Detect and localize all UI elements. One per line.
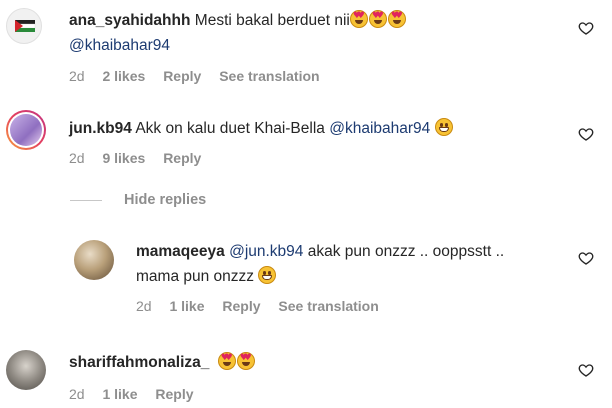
mention-link[interactable]: @khaibahar94 — [69, 36, 170, 56]
likes-count[interactable]: 2 likes — [102, 68, 145, 84]
like-heart-icon[interactable] — [578, 126, 594, 142]
reply-button[interactable]: Reply — [155, 386, 193, 402]
comment-text: shariffahmonaliza_ — [69, 352, 256, 373]
hide-replies-button[interactable]: Hide replies — [70, 192, 206, 208]
heart-eyes-emoji-icon — [368, 10, 387, 28]
comment-body: akak pun onzzz .. ooppsstt .. — [307, 243, 505, 260]
comment-meta: 2d 2 likes Reply See translation — [69, 68, 334, 84]
username[interactable]: jun.kb94 — [69, 120, 132, 137]
likes-count[interactable]: 1 like — [169, 298, 204, 314]
like-heart-icon[interactable] — [578, 250, 594, 266]
reply-button[interactable]: Reply — [163, 68, 201, 84]
avatar[interactable] — [74, 240, 114, 280]
comment-age: 2d — [136, 298, 152, 314]
comment-text: mamaqeeya @jun.kb94 akak pun onzzz .. oo… — [136, 242, 504, 262]
like-heart-icon[interactable] — [578, 20, 594, 36]
grinning-emoji-icon — [258, 266, 277, 284]
comment-age: 2d — [69, 68, 85, 84]
heart-eyes-emoji-icon — [349, 10, 368, 28]
heart-eyes-emoji-icon — [217, 352, 236, 370]
comment-meta: 2d 9 likes Reply — [69, 150, 215, 166]
avatar[interactable] — [6, 8, 42, 44]
hide-replies-label: Hide replies — [124, 192, 207, 208]
username[interactable]: ana_syahidahhh — [69, 12, 190, 29]
see-translation-button[interactable]: See translation — [278, 298, 378, 314]
like-heart-icon[interactable] — [578, 362, 594, 378]
comment-body: mama pun onzzz — [136, 268, 255, 285]
mention-link[interactable]: @jun.kb94 — [229, 243, 303, 260]
likes-count[interactable]: 9 likes — [102, 150, 145, 166]
comment-meta: 2d 1 like Reply — [69, 386, 208, 402]
comment-text: ana_syahidahhh Mesti bakal berduet nii — [69, 10, 407, 31]
likes-count[interactable]: 1 like — [102, 386, 137, 402]
avatar[interactable] — [6, 110, 46, 150]
comment-body: Mesti bakal berduet nii — [194, 12, 350, 29]
avatar-flag-icon — [14, 20, 36, 32]
heart-eyes-emoji-icon — [236, 352, 255, 370]
reply-button[interactable]: Reply — [163, 150, 201, 166]
comment-age: 2d — [69, 150, 85, 166]
grinning-emoji-icon — [434, 118, 453, 136]
mention-link[interactable]: @khaibahar94 — [329, 120, 430, 137]
avatar[interactable] — [6, 350, 46, 390]
divider — [70, 199, 102, 201]
comment-body: Akk on kalu duet Khai-Bella — [135, 120, 325, 137]
heart-eyes-emoji-icon — [387, 10, 406, 28]
comment-meta: 2d 1 like Reply See translation — [136, 298, 393, 314]
see-translation-button[interactable]: See translation — [219, 68, 319, 84]
username[interactable]: shariffahmonaliza_ — [69, 354, 209, 371]
username[interactable]: mamaqeeya — [136, 243, 225, 260]
comment-text: jun.kb94 Akk on kalu duet Khai-Bella @kh… — [69, 118, 454, 139]
reply-button[interactable]: Reply — [222, 298, 260, 314]
comment-age: 2d — [69, 386, 85, 402]
comment-text-line2: mama pun onzzz — [136, 266, 277, 287]
